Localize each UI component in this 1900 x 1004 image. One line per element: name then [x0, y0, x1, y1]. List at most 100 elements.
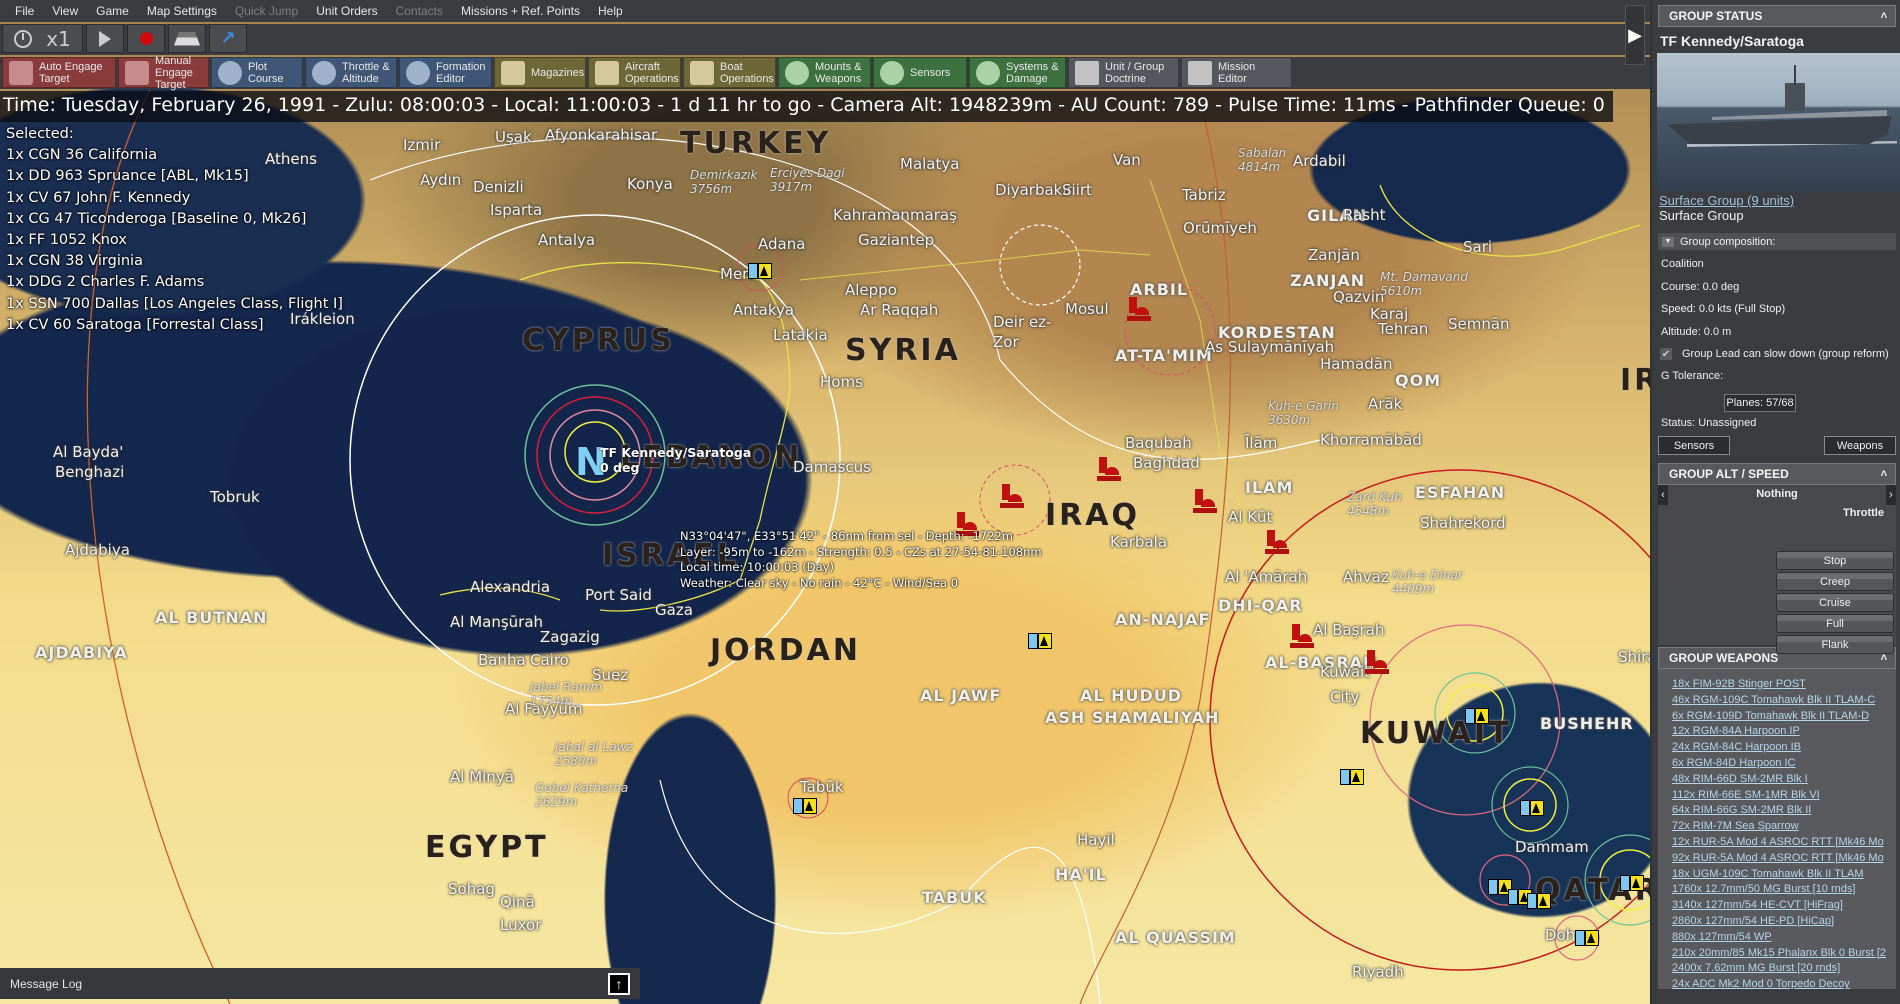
city-label: Deir ez-: [993, 313, 1052, 331]
menu-missions-ref-points[interactable]: Missions + Ref. Points: [452, 4, 589, 18]
weapon-link[interactable]: 12x RGM-84A Harpoon IP: [1672, 724, 1896, 740]
weapon-link[interactable]: 3140x 127mm/54 HE-CVT [HiFrag]: [1672, 898, 1896, 914]
collapse-panel-button[interactable]: ▶: [1625, 5, 1645, 65]
aircraft-operations-button[interactable]: Aircraft Operations: [588, 57, 681, 88]
throttle-altitude-button[interactable]: Throttle & Altitude: [305, 57, 397, 88]
weapon-link[interactable]: 18x UGM-109C Tomahawk Blk II TLAM: [1672, 867, 1896, 883]
mission-editor-button[interactable]: Mission Editor: [1181, 57, 1292, 88]
weapon-link[interactable]: 64x RIM-66G SM-2MR Blk II: [1672, 803, 1896, 819]
menu-view[interactable]: View: [43, 4, 87, 18]
manual-engage-target-button[interactable]: Manual Engage Target: [118, 55, 209, 91]
weapon-link[interactable]: 880x 127mm/54 WP: [1672, 930, 1896, 946]
auto-engage-target-button[interactable]: Auto Engage Target: [2, 57, 116, 88]
weapon-link[interactable]: 46x RGM-109C Tomahawk Blk II TLAM-C: [1672, 693, 1896, 709]
weapons-panel-button[interactable]: Weapons: [1824, 436, 1896, 455]
plot-course-button[interactable]: Plot Course: [211, 57, 303, 88]
group-units-link[interactable]: Surface Group (9 units): [1659, 193, 1900, 208]
planes-button[interactable]: Planes: 57/68: [1724, 393, 1796, 412]
weapon-link[interactable]: 6x RGM-109D Tomahawk Blk II TLAM-D: [1672, 709, 1896, 725]
layers-button[interactable]: [168, 24, 206, 53]
unit-group-doctrine-button[interactable]: Unit / Group Doctrine: [1068, 57, 1179, 88]
friendly-ship-icon[interactable]: [1520, 800, 1542, 816]
menu-game[interactable]: Game: [87, 4, 138, 18]
group-status-header[interactable]: GROUP STATUS ˄: [1658, 5, 1896, 27]
weapon-link[interactable]: 24x ADC Mk2 Mod 0 Torpedo Decoy: [1672, 977, 1896, 989]
sensors-panel-button[interactable]: Sensors: [1658, 436, 1730, 455]
weapon-link[interactable]: 48x RIM-66D SM-2MR Blk I: [1672, 772, 1896, 788]
friendly-ship-icon[interactable]: [1508, 889, 1530, 905]
expand-up-arrow-icon[interactable]: ↑: [608, 972, 630, 995]
menu-help[interactable]: Help: [589, 4, 632, 18]
unknown-airbase-icon[interactable]: [1405, 358, 1429, 374]
friendly-airbase-icon[interactable]: [785, 480, 809, 496]
sensors-button[interactable]: Sensors: [873, 57, 967, 88]
friendly-ship-icon[interactable]: [1620, 875, 1642, 891]
boat-operations-button[interactable]: Boat Operations: [683, 57, 776, 88]
menu-contacts[interactable]: Contacts: [387, 4, 452, 18]
friendly-ship-icon[interactable]: [1028, 633, 1050, 649]
mounts-weapons-button[interactable]: Mounts & Weapons: [778, 57, 871, 88]
hostile-airbase-icon[interactable]: [1127, 297, 1151, 321]
jump-button[interactable]: ↗: [209, 24, 247, 53]
weapon-link[interactable]: 12x RUR-5A Mod 4 ASROC RTT [Mk46 Mo: [1672, 835, 1896, 851]
throttle-stop-button[interactable]: Stop: [1776, 551, 1894, 570]
weapon-link[interactable]: 2860x 127mm/54 HE-PD [HiCap]: [1672, 914, 1896, 930]
weapon-link[interactable]: 72x RIM-7M Sea Sparrow: [1672, 819, 1896, 835]
group-lead-slow-down-row[interactable]: ✔ Group Lead can slow down (group reform…: [1660, 343, 1900, 365]
record-button[interactable]: [127, 24, 165, 53]
weapon-link[interactable]: 2400x 7.62mm MG Burst [20 rnds]: [1672, 961, 1896, 977]
weapon-link[interactable]: 1760x 12.7mm/50 MG Burst [10 rnds]: [1672, 882, 1896, 898]
unknown-airbase-icon[interactable]: [1462, 624, 1486, 640]
menu-quick-jump[interactable]: Quick Jump: [226, 4, 307, 18]
play-button[interactable]: [86, 24, 124, 53]
unknown-airbase-icon[interactable]: [1266, 190, 1290, 206]
friendly-ship-icon[interactable]: [1527, 893, 1549, 909]
weapon-link[interactable]: 112x RIM-66E SM-1MR Blk VI: [1672, 788, 1896, 804]
hostile-airbase-icon[interactable]: [1097, 457, 1121, 481]
friendly-ship-icon[interactable]: [1488, 879, 1510, 895]
unknown-airbase-icon[interactable]: [1535, 727, 1559, 743]
menu-map-settings[interactable]: Map Settings: [138, 4, 226, 18]
group-course: Course: 0.0 deg: [1661, 280, 1740, 293]
formation-editor-button[interactable]: Formation Editor: [399, 57, 492, 88]
weapon-link[interactable]: 6x RGM-84D Harpoon IC: [1672, 756, 1896, 772]
friendly-ship-icon[interactable]: [793, 798, 815, 814]
collapse-chevron-icon[interactable]: ˄: [1881, 468, 1887, 480]
weapon-link[interactable]: 18x FIM-92B Stinger POST: [1672, 677, 1896, 693]
group-composition-toggle[interactable]: ▼ Group composition:: [1658, 233, 1896, 250]
hostile-airbase-icon[interactable]: [1193, 489, 1217, 513]
friendly-ship-icon[interactable]: [748, 263, 770, 279]
message-log-bar[interactable]: Message Log ↑: [0, 968, 640, 999]
group-alt-speed-header[interactable]: GROUP ALT / SPEED ˄: [1658, 463, 1896, 485]
throttle-full-button[interactable]: Full: [1776, 614, 1894, 633]
collapse-chevron-icon[interactable]: ˄: [1881, 10, 1887, 22]
clock-icon: [14, 29, 33, 48]
unknown-airbase-icon[interactable]: [1605, 680, 1629, 696]
unknown-airbase-icon[interactable]: [1570, 493, 1594, 509]
friendly-ship-icon[interactable]: [1465, 708, 1487, 724]
systems-damage-button[interactable]: Systems & Damage: [969, 57, 1066, 88]
hostile-airbase-icon[interactable]: [1290, 624, 1314, 648]
weapon-link[interactable]: 92x RUR-5A Mod 4 ASROC RTT [Mk46 Mo: [1672, 851, 1896, 867]
friendly-airbase-icon[interactable]: [517, 678, 541, 694]
time-compression-button[interactable]: x1: [2, 24, 83, 53]
friendly-ship-icon[interactable]: [1340, 769, 1362, 785]
menu-file[interactable]: File: [6, 4, 43, 18]
cmd-label: Magazines: [531, 66, 585, 79]
city-label: Van: [1113, 151, 1141, 169]
weapons-list: 18x FIM-92B Stinger POST 46x RGM-109C Tom…: [1658, 669, 1896, 989]
menu-unit-orders[interactable]: Unit Orders: [307, 4, 386, 18]
unknown-airbase-icon[interactable]: [1518, 322, 1542, 338]
group-lead-checkbox[interactable]: ✔: [1660, 348, 1672, 360]
unknown-airbase-icon[interactable]: [1395, 528, 1419, 544]
hostile-airbase-icon[interactable]: [1000, 484, 1024, 508]
magazines-button[interactable]: Magazines: [494, 57, 586, 88]
hostile-airbase-icon[interactable]: [1265, 530, 1289, 554]
weapon-link[interactable]: 24x RGM-84C Harpoon IB: [1672, 740, 1896, 756]
throttle-cruise-button[interactable]: Cruise: [1776, 593, 1894, 612]
throttle-creep-button[interactable]: Creep: [1776, 572, 1894, 591]
friendly-ship-icon[interactable]: [1575, 930, 1597, 946]
throttle-flank-button[interactable]: Flank: [1776, 635, 1894, 654]
hostile-airbase-icon[interactable]: [1365, 650, 1389, 674]
weapon-link[interactable]: 210x 20mm/85 Mk15 Phalanx Blk 0 Burst [2: [1672, 946, 1896, 962]
